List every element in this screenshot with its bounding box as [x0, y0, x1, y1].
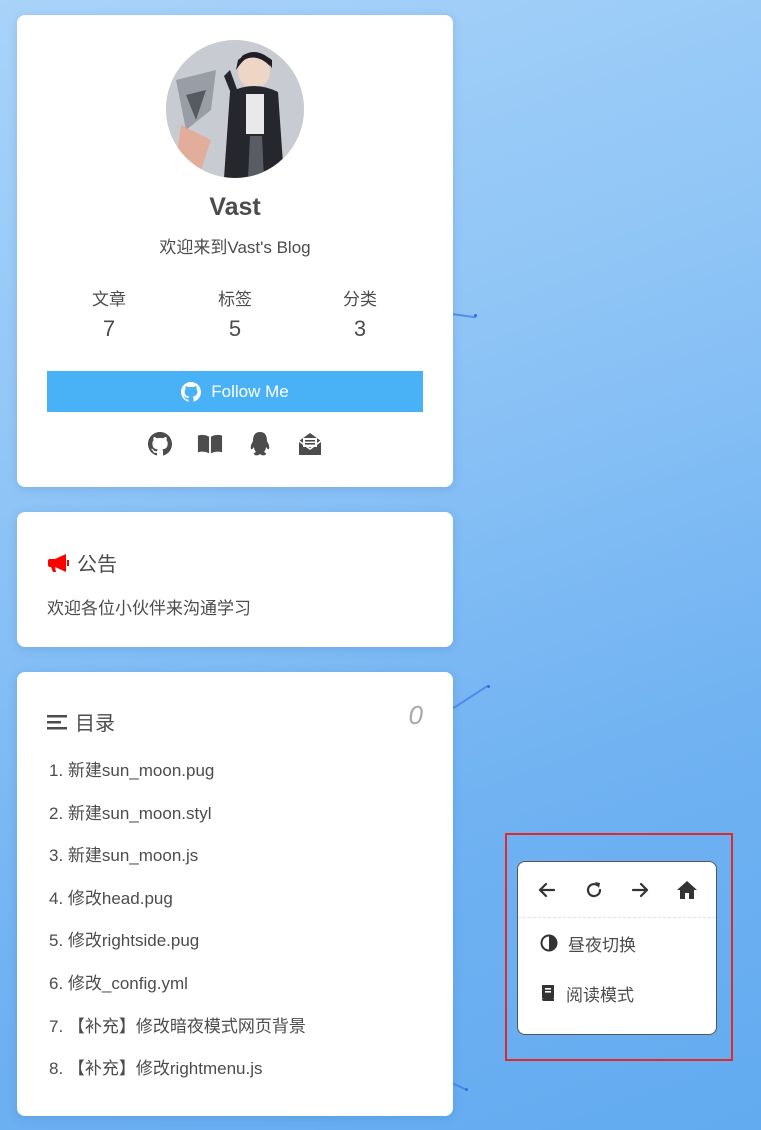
menu-item-label: 昼夜切换 — [568, 935, 636, 955]
github-icon — [181, 381, 202, 402]
list-icon — [47, 713, 67, 731]
half-circle-icon — [540, 934, 558, 952]
author-name: Vast — [209, 193, 261, 221]
announcement-title: 公告 — [77, 554, 117, 576]
stat-tags[interactable]: 标签 5 — [180, 285, 290, 342]
toc-item[interactable]: 4. 修改head.pug — [49, 888, 306, 931]
toc-list: 1. 新建sun_moon.pug 2. 新建sun_moon.styl 3. … — [49, 760, 306, 1101]
toc-header: 目录 — [47, 707, 115, 736]
avatar[interactable] — [166, 40, 304, 178]
background-line — [451, 685, 488, 710]
stat-value: 5 — [228, 316, 242, 341]
background-dot — [487, 685, 490, 688]
menu-item-reading-mode[interactable]: 阅读模式 — [518, 968, 716, 1018]
background-dot — [465, 1088, 468, 1091]
author-description: 欢迎来到Vast's Blog — [159, 238, 311, 257]
author-info-card: Vast 欢迎来到Vast's Blog 文章 7 标签 5 分类 3 Foll… — [17, 15, 453, 487]
toc-item[interactable]: 7. 【补充】修改暗夜模式网页背景 — [49, 1016, 306, 1059]
follow-me-label: Follow Me — [211, 381, 289, 401]
announcement-text: 欢迎各位小伙伴来沟通学习 — [47, 599, 251, 618]
right-click-menu: 昼夜切换 阅读模式 — [517, 861, 717, 1035]
arrow-right-icon[interactable] — [628, 878, 652, 902]
menu-item-day-night[interactable]: 昼夜切换 — [518, 918, 716, 968]
stat-categories[interactable]: 分类 3 — [305, 285, 415, 342]
stat-value: 7 — [102, 316, 116, 341]
qq-icon[interactable] — [247, 431, 273, 457]
toc-card: 目录 0 1. 新建sun_moon.pug 2. 新建sun_moon.sty… — [17, 672, 453, 1116]
toc-title: 目录 — [75, 713, 115, 735]
menu-nav-bar — [518, 862, 716, 918]
stat-label: 文章 — [92, 290, 126, 309]
toc-item[interactable]: 5. 修改rightside.pug — [49, 930, 306, 973]
follow-me-button[interactable]: Follow Me — [47, 371, 423, 412]
mail-icon[interactable] — [297, 431, 323, 457]
stat-articles[interactable]: 文章 7 — [54, 285, 164, 342]
announcement-header: 公告 — [47, 548, 117, 577]
toc-item[interactable]: 1. 新建sun_moon.pug — [49, 760, 306, 803]
stat-label: 分类 — [343, 290, 377, 309]
github-icon[interactable] — [147, 431, 173, 457]
toc-item[interactable]: 6. 修改_config.yml — [49, 973, 306, 1016]
book-icon — [540, 984, 556, 1002]
stat-label: 标签 — [218, 290, 252, 309]
toc-item[interactable]: 8. 【补充】修改rightmenu.js — [49, 1058, 306, 1101]
social-links — [17, 431, 453, 457]
menu-item-label: 阅读模式 — [566, 985, 634, 1005]
refresh-icon[interactable] — [582, 878, 606, 902]
toc-item[interactable]: 2. 新建sun_moon.styl — [49, 803, 306, 846]
book-icon[interactable] — [197, 431, 223, 457]
announcement-card: 公告 欢迎各位小伙伴来沟通学习 — [17, 512, 453, 647]
toc-item[interactable]: 3. 新建sun_moon.js — [49, 845, 306, 888]
arrow-left-icon[interactable] — [535, 878, 559, 902]
stat-value: 3 — [353, 316, 367, 341]
home-icon[interactable] — [675, 878, 699, 902]
background-dot — [474, 314, 477, 317]
toc-percentage: 0 — [408, 700, 423, 730]
background-line — [451, 1082, 466, 1090]
bullhorn-icon — [47, 553, 69, 573]
background-line — [451, 313, 476, 318]
